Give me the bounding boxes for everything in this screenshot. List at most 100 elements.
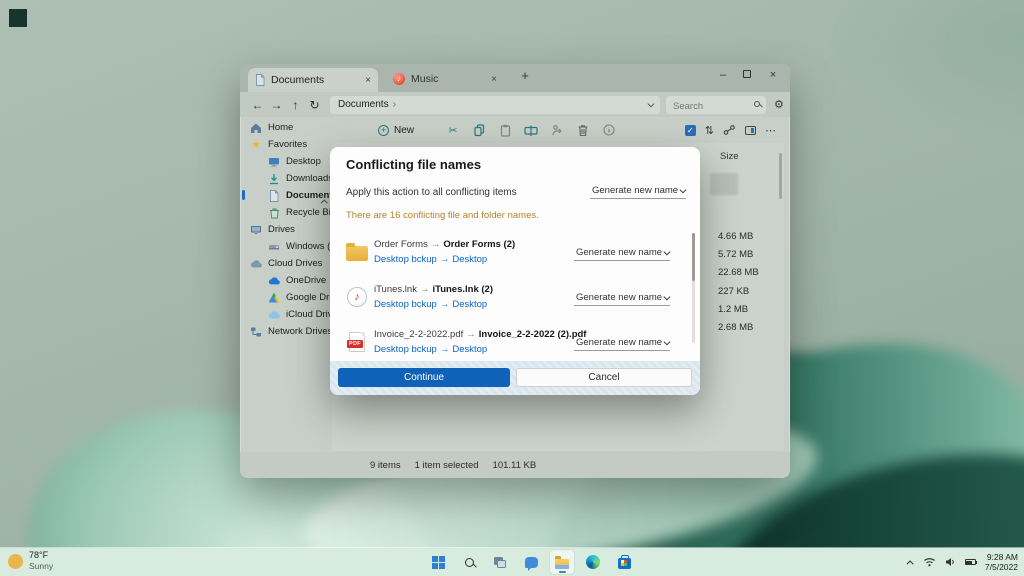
forward-button[interactable]: →	[267, 98, 286, 112]
tab-close-icon[interactable]: ×	[365, 75, 371, 86]
sun-icon	[8, 554, 23, 569]
document-icon	[255, 74, 265, 86]
row-action-dropdown[interactable]: Generate new name	[574, 290, 670, 306]
maximize-button[interactable]	[738, 69, 756, 81]
cut-icon[interactable]: ✂	[440, 124, 466, 137]
file-explorer-button[interactable]	[550, 550, 574, 574]
scrollbar[interactable]	[779, 153, 782, 199]
clock-date: 7/5/2022	[985, 562, 1018, 572]
tab-close-icon[interactable]: ×	[491, 74, 497, 85]
select-all-icon[interactable]: ✓	[685, 125, 696, 136]
sidebar-item-recycle-bin[interactable]: Recycle Bin	[268, 205, 336, 220]
arrow-icon: →	[463, 329, 479, 340]
minimize-button[interactable]: –	[714, 69, 732, 81]
task-view-button[interactable]	[488, 550, 512, 574]
edge-button[interactable]	[581, 550, 605, 574]
old-name: Order Forms	[374, 239, 428, 250]
sidebar-item-onedrive[interactable]: OneDrive	[268, 273, 326, 288]
sidebar-item-desktop[interactable]: Desktop	[268, 154, 321, 169]
new-name: iTunes.lnk (2)	[432, 284, 493, 295]
refresh-button[interactable]: ↻	[305, 98, 324, 112]
sidebar-item-drives[interactable]: Drives	[250, 222, 295, 237]
destination-link[interactable]: Desktop	[452, 299, 487, 310]
arrow-icon: →	[437, 254, 453, 265]
row-action-dropdown[interactable]: Generate new name	[574, 335, 670, 351]
weather-widget[interactable]: 78°F Sunny	[8, 550, 53, 572]
conflicting-file-names-dialog: Conflicting file names Apply this action…	[330, 147, 700, 395]
store-button[interactable]	[612, 550, 636, 574]
close-button[interactable]: ×	[764, 69, 782, 81]
search-box[interactable]	[666, 96, 766, 114]
selected-indicator	[242, 190, 245, 200]
status-size: 101.11 KB	[493, 460, 537, 471]
sidebar-item-cloud-drives[interactable]: Cloud Drives	[250, 256, 322, 271]
details-pane-icon[interactable]	[745, 126, 756, 135]
taskbar-search-button[interactable]	[457, 550, 481, 574]
dialog-title: Conflicting file names	[346, 157, 481, 172]
source-link[interactable]: Desktop bckup	[374, 344, 437, 355]
breadcrumb-location[interactable]: Documents	[338, 99, 389, 110]
tab-documents[interactable]: Documents ×	[248, 68, 378, 92]
tab-music[interactable]: ♪ Music ×	[386, 68, 504, 90]
sidebar-item-network-drives[interactable]: Network Drives	[250, 324, 332, 339]
hidden-icons-chevron[interactable]	[906, 560, 913, 567]
new-name: Invoice_2-2-2022 (2).pdf	[479, 329, 587, 340]
paste-icon[interactable]	[492, 124, 518, 137]
copy-icon[interactable]	[466, 124, 492, 137]
back-button[interactable]: ←	[248, 98, 267, 112]
hard-drive-icon	[268, 241, 280, 253]
breadcrumb[interactable]: Documents ›	[330, 96, 660, 114]
old-name: iTunes.lnk	[374, 284, 417, 295]
network-icon	[250, 326, 262, 338]
chevron-down-icon[interactable]	[647, 101, 653, 107]
file-size: 22.68 MB	[718, 267, 759, 278]
address-bar: ← → ↑ ↻ Documents › ⚙	[240, 92, 790, 117]
battery-icon[interactable]	[965, 559, 976, 565]
share-icon[interactable]	[544, 124, 570, 137]
windows-logo-icon	[432, 556, 445, 569]
more-icon[interactable]: ⋯	[765, 124, 776, 137]
file-size: 4.66 MB	[718, 231, 753, 242]
sidebar-item-icloud-drive[interactable]: iCloud Drive	[268, 307, 338, 322]
continue-button[interactable]: Continue	[338, 368, 510, 387]
store-icon	[618, 558, 631, 569]
group-icon[interactable]	[723, 124, 736, 136]
sidebar-item-favorites[interactable]: ★ Favorites	[250, 137, 307, 152]
sidebar-item-documents[interactable]: Documents	[268, 188, 338, 203]
chevron-down-icon	[679, 187, 685, 193]
tab-strip: Documents × ♪ Music × + – ×	[240, 64, 790, 92]
dialog-scrollbar[interactable]	[692, 233, 695, 343]
source-link[interactable]: Desktop bckup	[374, 254, 437, 265]
row-action-dropdown[interactable]: Generate new name	[574, 245, 670, 261]
volume-icon[interactable]	[945, 557, 956, 567]
destination-link[interactable]: Desktop	[452, 344, 487, 355]
new-button[interactable]: + New	[378, 125, 414, 136]
chat-button[interactable]	[519, 550, 543, 574]
destination-link[interactable]: Desktop	[452, 254, 487, 265]
cancel-button[interactable]: Cancel	[516, 368, 692, 387]
tab-label: Documents	[271, 74, 324, 86]
delete-icon[interactable]	[570, 124, 596, 137]
sidebar-item-home[interactable]: Home	[250, 120, 293, 135]
chevron-down-icon	[663, 339, 669, 345]
rename-icon[interactable]	[518, 124, 544, 137]
file-size: 227 KB	[718, 286, 749, 297]
settings-gear-icon[interactable]: ⚙	[774, 98, 784, 111]
new-tab-button[interactable]: +	[516, 68, 534, 88]
apply-all-action-dropdown[interactable]: Generate new name	[590, 183, 686, 199]
source-link[interactable]: Desktop bckup	[374, 299, 437, 310]
taskbar-clock[interactable]: 9:28 AM 7/5/2022	[985, 552, 1018, 572]
search-input[interactable]	[666, 97, 766, 115]
wifi-icon[interactable]	[923, 557, 936, 567]
sidebar-item-downloads[interactable]: Downloads	[268, 171, 333, 186]
info-icon[interactable]	[596, 124, 622, 136]
recycle-bin-icon	[268, 207, 280, 219]
start-button[interactable]	[426, 550, 450, 574]
maximize-icon	[743, 70, 751, 78]
size-column-header[interactable]: Size	[720, 151, 738, 162]
desktop-corner-artifact	[9, 9, 27, 27]
up-button[interactable]: ↑	[286, 98, 305, 112]
star-icon: ★	[250, 139, 262, 151]
sort-icon[interactable]: ⇅	[705, 124, 714, 137]
chat-icon	[525, 557, 538, 568]
